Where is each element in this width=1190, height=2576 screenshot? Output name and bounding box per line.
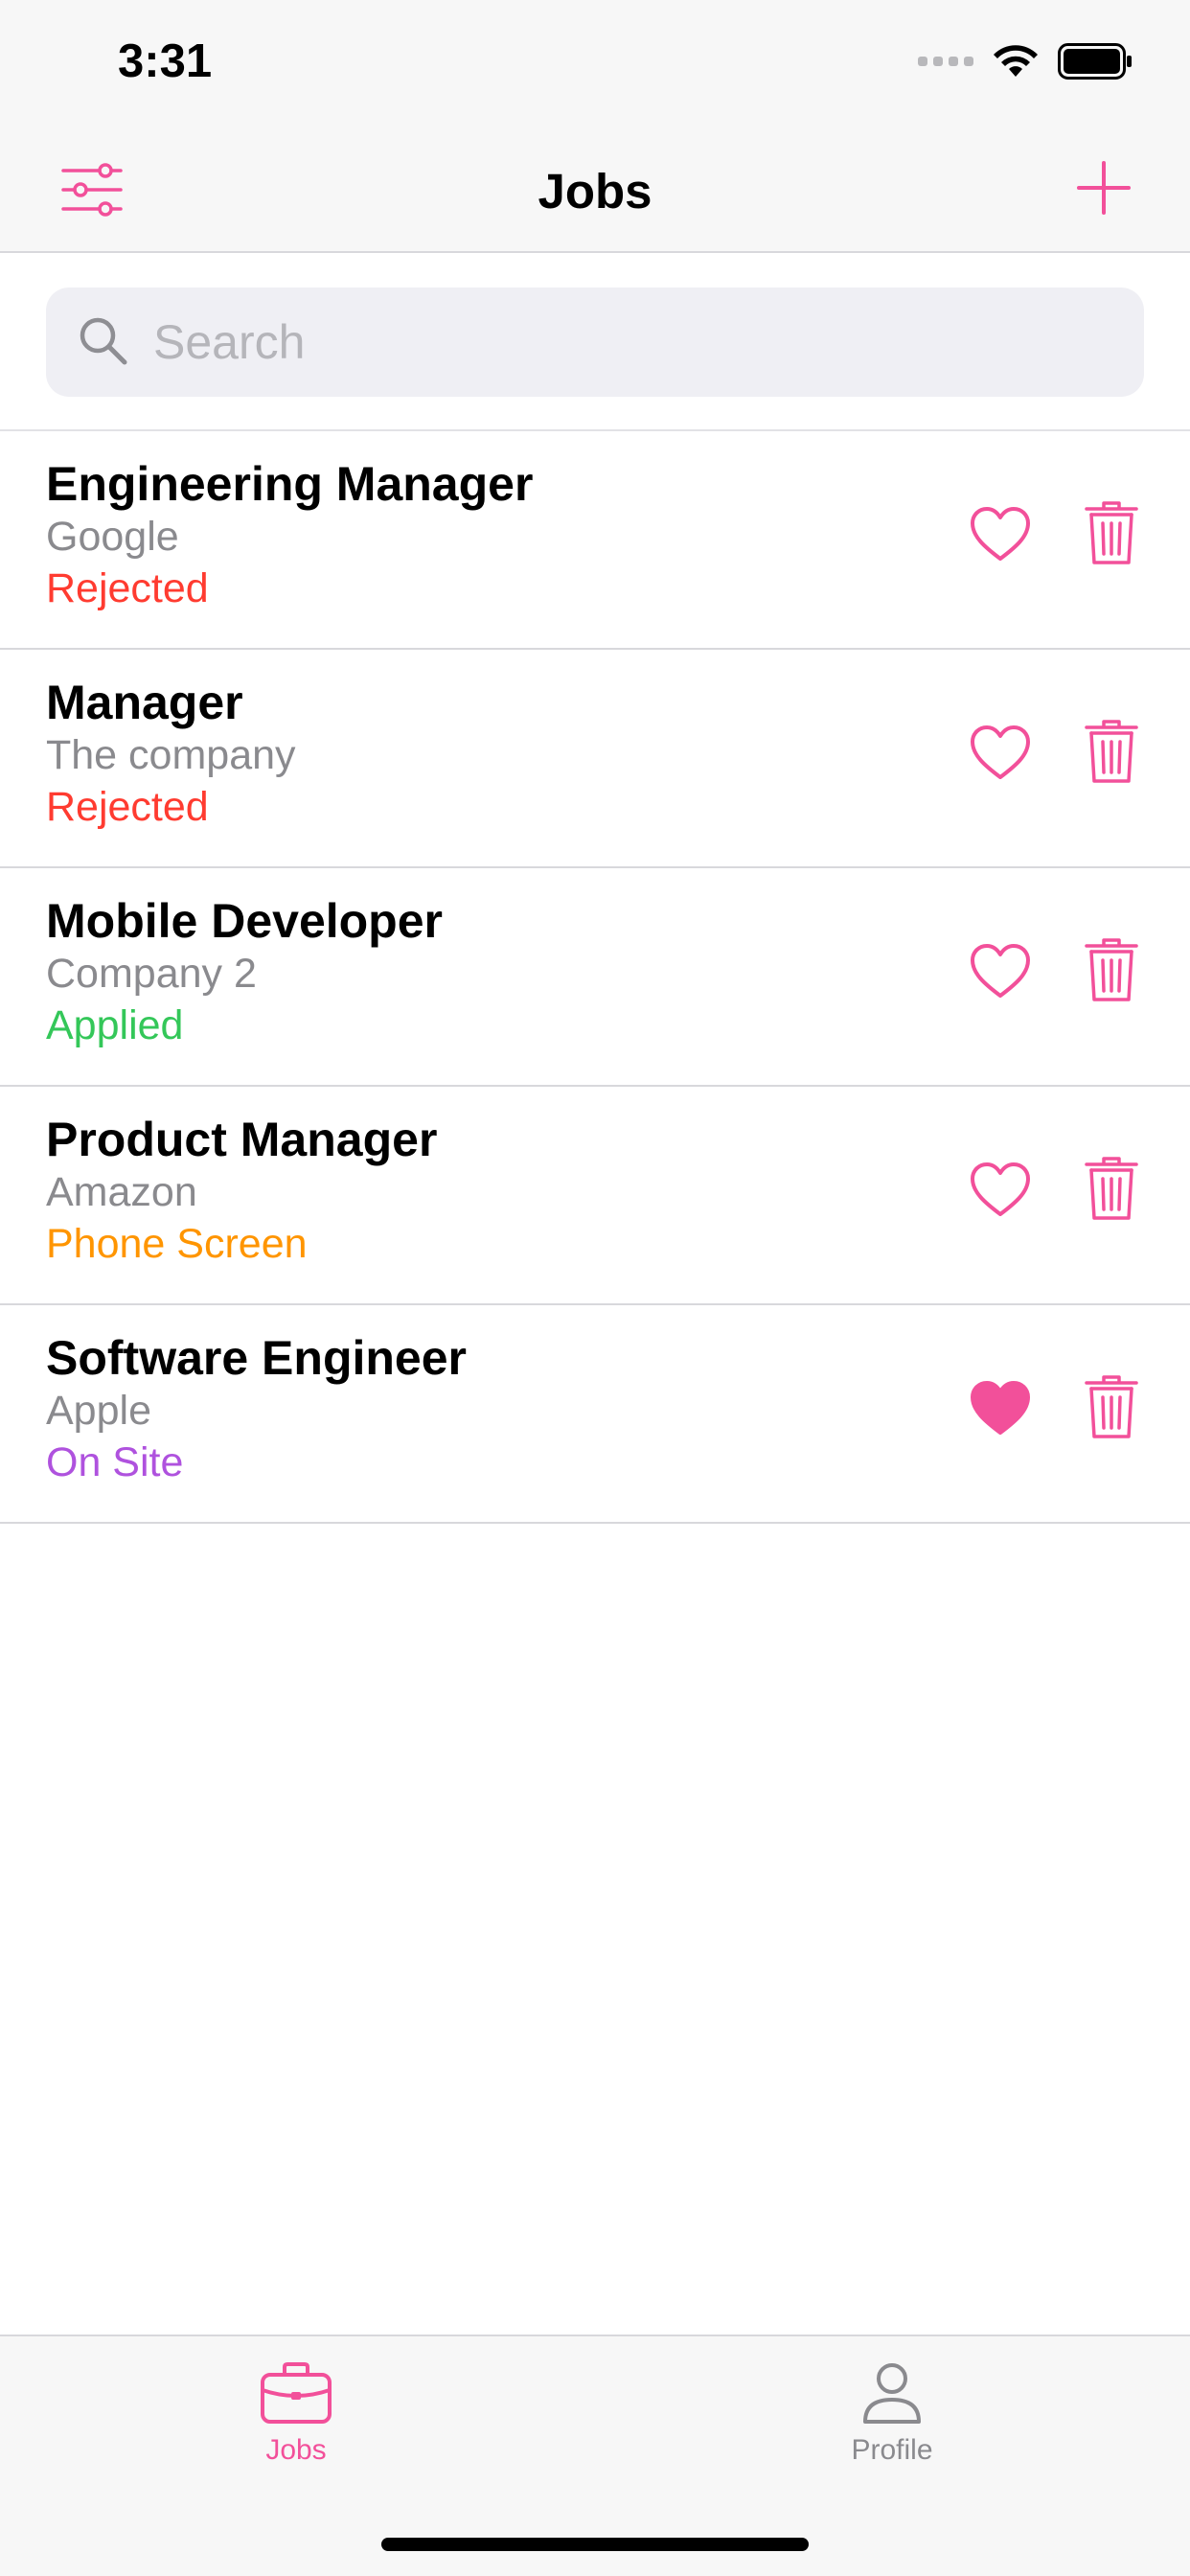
tab-profile-label: Profile [851, 2434, 933, 2466]
tab-jobs[interactable]: Jobs [200, 2361, 392, 2467]
status-icons [918, 43, 1133, 80]
job-title: Software Engineer [46, 1331, 467, 1385]
favorite-heart-icon[interactable] [970, 1162, 1031, 1219]
favorite-heart-icon[interactable] [970, 724, 1031, 782]
job-status: Rejected [46, 565, 209, 611]
job-status: Phone Screen [46, 1221, 308, 1267]
search-icon [80, 317, 127, 365]
briefcase-icon [261, 2362, 332, 2424]
job-status: Rejected [46, 784, 209, 830]
delete-trash-icon[interactable] [1085, 1374, 1138, 1439]
job-status: On Site [46, 1439, 184, 1485]
job-company: The company [46, 732, 296, 778]
job-row[interactable]: Manager The company Rejected [0, 650, 1190, 868]
job-list: Engineering Manager Google Rejected Mana… [0, 431, 1190, 1524]
cellular-signal-icon [918, 57, 973, 66]
search-section [0, 255, 1190, 431]
job-row[interactable]: Mobile Developer Company 2 Applied [0, 868, 1190, 1087]
person-icon [863, 2363, 921, 2424]
job-title: Product Manager [46, 1113, 438, 1166]
home-indicator [381, 2538, 809, 2551]
page-title: Jobs [538, 164, 652, 218]
jobs-screen: 3:31 Jobs Search Engineering Manager Goo… [0, 0, 1190, 2576]
status-bar: 3:31 [0, 0, 1190, 126]
job-row[interactable]: Product Manager Amazon Phone Screen [0, 1087, 1190, 1305]
battery-icon [1058, 43, 1132, 80]
job-title: Manager [46, 676, 243, 729]
delete-trash-icon[interactable] [1085, 937, 1138, 1002]
delete-trash-icon[interactable] [1085, 500, 1138, 565]
favorite-heart-icon[interactable] [970, 506, 1031, 564]
delete-trash-icon[interactable] [1085, 719, 1138, 784]
job-company: Amazon [46, 1169, 197, 1215]
search-input[interactable] [153, 288, 1121, 397]
add-job-button[interactable] [1075, 159, 1133, 217]
job-row[interactable]: Software Engineer Apple On Site [0, 1305, 1190, 1524]
job-company: Google [46, 514, 179, 560]
job-row[interactable]: Engineering Manager Google Rejected [0, 431, 1190, 650]
navigation-bar: Jobs [0, 126, 1190, 253]
tab-jobs-label: Jobs [265, 2434, 327, 2466]
delete-trash-icon[interactable] [1085, 1156, 1138, 1221]
favorite-heart-filled-icon[interactable] [970, 1380, 1031, 1438]
job-company: Company 2 [46, 951, 257, 997]
favorite-heart-icon[interactable] [970, 943, 1031, 1000]
job-title: Engineering Manager [46, 457, 534, 511]
wifi-icon [994, 45, 1038, 77]
search-bar[interactable] [46, 288, 1144, 397]
job-title: Mobile Developer [46, 894, 443, 948]
job-status: Applied [46, 1002, 184, 1048]
job-company: Apple [46, 1388, 151, 1434]
tab-profile[interactable]: Profile [796, 2361, 988, 2467]
status-time: 3:31 [118, 35, 213, 87]
